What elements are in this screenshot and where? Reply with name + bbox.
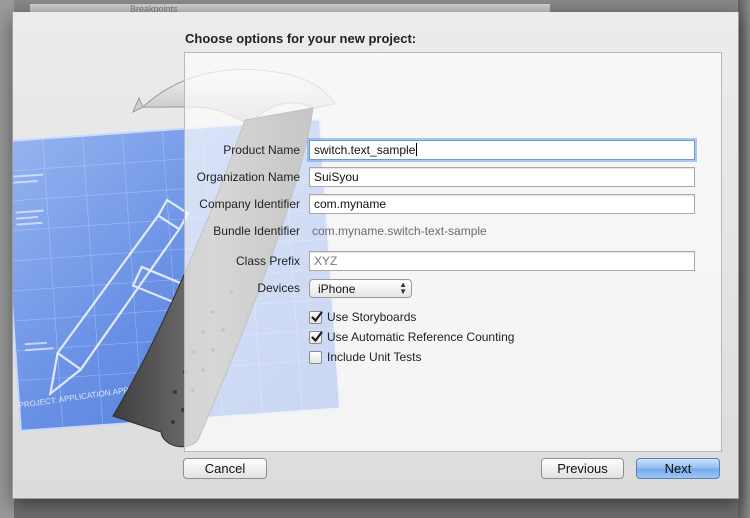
empty-checkbox-icon [309,350,322,364]
sheet-title: Choose options for your new project: [185,31,417,46]
use-arc-checkbox[interactable]: Use Automatic Reference Counting [309,329,514,345]
company-identifier-label: Company Identifier [199,197,300,211]
product-name-value: switch.text_sample [314,143,416,157]
devices-label: Devices [257,281,300,295]
cancel-button[interactable]: Cancel [183,458,267,479]
bundle-identifier-label: Bundle Identifier [213,224,300,238]
background-right-edge [738,0,750,518]
company-identifier-value: com.myname [314,197,387,211]
organization-name-label: Organization Name [196,170,300,184]
include-unit-tests-label: Include Unit Tests [327,350,422,364]
organization-name-value: SuiSyou [314,170,359,184]
class-prefix-field[interactable]: XYZ [309,251,695,271]
product-name-label: Product Name [223,143,300,157]
text-caret [416,143,418,156]
class-prefix-label: Class Prefix [235,254,300,268]
devices-popup[interactable]: iPhone ▲ ▼ [309,279,412,298]
checkmark-icon [309,330,323,344]
company-identifier-field[interactable]: com.myname [309,194,695,214]
include-unit-tests-checkbox[interactable]: Include Unit Tests [309,349,422,365]
use-arc-label: Use Automatic Reference Counting [327,330,515,344]
next-button[interactable]: Next [636,458,720,479]
organization-name-field[interactable]: SuiSyou [309,167,695,187]
checkmark-icon [309,310,323,324]
class-prefix-placeholder: XYZ [314,254,338,268]
use-storyboards-label: Use Storyboards [327,310,417,324]
bundle-identifier-value: com.myname.switch-text-sample [312,224,487,238]
devices-selected: iPhone [318,282,356,296]
product-name-field[interactable]: switch.text_sample [309,140,695,160]
use-storyboards-checkbox[interactable]: Use Storyboards [309,309,416,325]
new-project-sheet: PROJECT: APPLICATION.APP Choose options … [12,12,739,499]
previous-button[interactable]: Previous [541,458,624,479]
popup-updown-icon: ▲ ▼ [399,280,407,296]
